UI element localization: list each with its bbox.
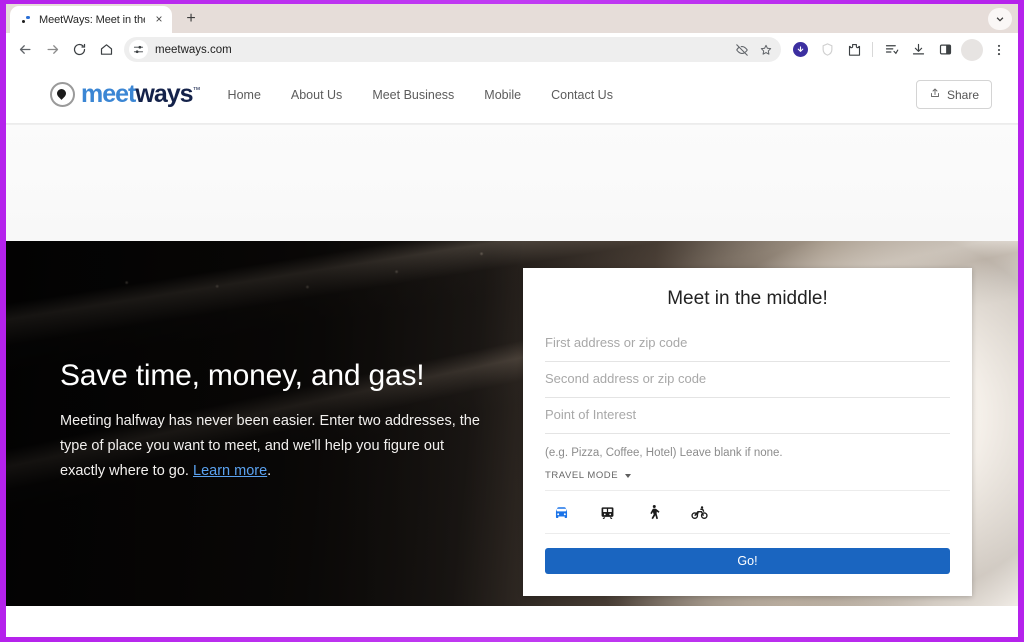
tab-search-icon[interactable]	[988, 8, 1012, 30]
second-address-placeholder: Second address or zip code	[545, 371, 707, 386]
bike-icon[interactable]	[689, 502, 709, 522]
site-logo[interactable]: meetways™	[50, 80, 201, 108]
travel-mode-options	[545, 491, 950, 534]
point-of-interest-hint: (e.g. Pizza, Coffee, Hotel) Leave blank …	[545, 447, 783, 459]
star-icon[interactable]	[755, 39, 777, 61]
travel-mode-label: TRAVEL MODE	[545, 470, 619, 481]
site-header: meetways™ Home About Us Meet Business Mo…	[6, 66, 1018, 124]
tab-strip: MeetWays: Meet in the Midd × +	[6, 4, 1018, 33]
train-icon[interactable]	[597, 502, 617, 522]
nav-item-mobile[interactable]: Mobile	[484, 88, 521, 102]
tab-title: MeetWays: Meet in the Midd	[39, 13, 145, 26]
browser-window: MeetWays: Meet in the Midd × + meet	[6, 4, 1018, 637]
browser-tab-active[interactable]: MeetWays: Meet in the Midd ×	[10, 6, 172, 33]
first-address-input[interactable]: First address or zip code	[545, 326, 950, 362]
close-icon[interactable]: ×	[152, 12, 166, 27]
profile-avatar[interactable]	[961, 38, 983, 61]
tune-icon[interactable]	[129, 40, 148, 59]
address-bar[interactable]: meetways.com	[124, 37, 781, 62]
meetways-favicon	[20, 14, 32, 26]
chevron-down-icon	[625, 473, 632, 478]
point-of-interest-placeholder: Point of Interest	[545, 407, 637, 422]
hero-title: Save time, money, and gas!	[60, 359, 425, 392]
hero-copy: Save time, money, and gas! Meeting halfw…	[60, 359, 490, 484]
downloads-icon[interactable]	[905, 37, 931, 63]
site-nav: Home About Us Meet Business Mobile Conta…	[228, 88, 916, 102]
logo-text-ways: ways	[135, 80, 193, 108]
hero-section: Save time, money, and gas! Meeting halfw…	[6, 241, 1018, 606]
first-address-placeholder: First address or zip code	[545, 335, 688, 350]
nav-item-about-us[interactable]: About Us	[291, 88, 342, 102]
toolbar-divider	[872, 42, 873, 57]
form-title: Meet in the middle!	[667, 288, 828, 309]
go-button[interactable]: Go!	[545, 548, 950, 574]
share-button-label: Share	[946, 87, 979, 102]
trademark-symbol: ™	[192, 85, 201, 95]
reading-list-icon[interactable]	[878, 37, 904, 63]
second-address-input[interactable]: Second address or zip code	[545, 362, 950, 398]
walk-icon[interactable]	[643, 502, 663, 522]
reload-button[interactable]	[66, 37, 92, 63]
browser-toolbar: meetways.com	[6, 33, 1018, 66]
meetways-logo-icon	[50, 82, 75, 107]
screenshot-purple-frame: MeetWays: Meet in the Midd × + meet	[0, 0, 1024, 642]
learn-more-link[interactable]: Learn more	[193, 463, 267, 479]
nav-item-home[interactable]: Home	[228, 88, 261, 102]
forward-button[interactable]	[39, 37, 65, 63]
page-viewport: meetways™ Home About Us Meet Business Mo…	[6, 66, 1018, 637]
point-of-interest-input[interactable]: Point of Interest	[545, 398, 950, 434]
home-button[interactable]	[93, 37, 119, 63]
eye-off-icon[interactable]	[731, 39, 753, 61]
meet-in-the-middle-form: Meet in the middle! First address or zip…	[523, 268, 972, 596]
three-dot-menu-icon[interactable]	[986, 37, 1012, 63]
page-bottom-whitespace	[6, 606, 1018, 637]
extensions-icon[interactable]	[841, 37, 867, 63]
nav-item-meet-business[interactable]: Meet Business	[372, 88, 454, 102]
hero-paragraph-period: .	[267, 462, 272, 479]
share-icon	[929, 87, 941, 102]
nav-item-contact-us[interactable]: Contact Us	[551, 88, 613, 102]
share-button[interactable]: Share	[915, 80, 992, 109]
logo-wordmark: meetways™	[81, 80, 201, 108]
back-button[interactable]	[12, 37, 38, 63]
url-text: meetways.com	[155, 43, 232, 56]
new-tab-button[interactable]: +	[178, 6, 204, 32]
download-badge-icon[interactable]	[787, 37, 813, 63]
page-spacer-band	[6, 124, 1018, 241]
hero-paragraph: Meeting halfway has never been easier. E…	[60, 409, 490, 484]
side-panel-icon[interactable]	[932, 37, 958, 63]
logo-text-meet: meet	[81, 80, 136, 108]
car-icon[interactable]	[551, 502, 571, 522]
shield-icon[interactable]	[814, 37, 840, 63]
travel-mode-dropdown[interactable]: TRAVEL MODE	[545, 468, 950, 491]
